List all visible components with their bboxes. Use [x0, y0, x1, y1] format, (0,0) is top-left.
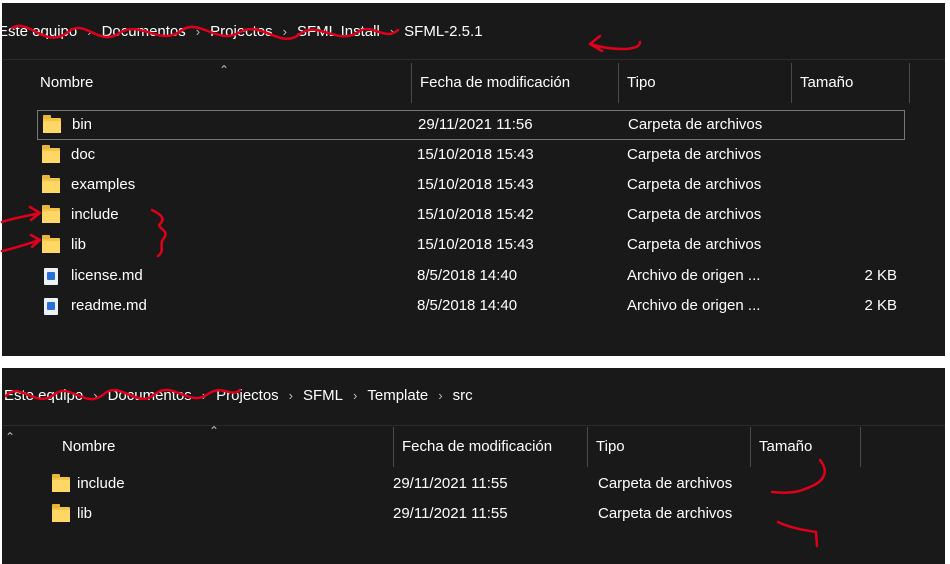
breadcrumb-projectos[interactable]: Projectos — [208, 23, 275, 40]
column-header-name[interactable]: Nombre — [54, 427, 394, 467]
breadcrumb-documentos[interactable]: Documentos — [106, 387, 194, 404]
row-size: 2 KB — [864, 297, 897, 314]
column-header-type[interactable]: Tipo — [588, 427, 751, 467]
row-name: lib — [77, 505, 93, 522]
chevron-right-icon[interactable]: › — [79, 24, 99, 39]
row-type: Carpeta de archivos — [627, 236, 762, 253]
chevron-right-icon[interactable]: › — [382, 24, 402, 39]
breadcrumb-template[interactable]: Template — [365, 387, 430, 404]
breadcrumb: Este equipo › Documentos › Projectos › S… — [2, 387, 475, 404]
row-type: Archivo de origen ... — [627, 297, 761, 314]
file-row-include[interactable]: include 29/11/2021 11:55 Carpeta de arch… — [37, 470, 837, 500]
column-header-name-label: Nombre — [62, 438, 116, 455]
row-type: Carpeta de archivos — [627, 146, 762, 163]
chevron-right-icon[interactable]: › — [281, 388, 301, 403]
row-type: Carpeta de archivos — [627, 206, 762, 223]
chevron-right-icon[interactable]: › — [85, 388, 105, 403]
row-type: Carpeta de archivos — [598, 475, 733, 492]
row-date: 15/10/2018 15:42 — [417, 206, 534, 223]
folder-icon — [43, 115, 61, 133]
row-type: Carpeta de archivos — [598, 505, 733, 522]
file-row-license-md[interactable]: license.md 8/5/2018 14:40 Archivo de ori… — [37, 262, 905, 292]
file-row-readme-md[interactable]: readme.md 8/5/2018 14:40 Archivo de orig… — [37, 292, 905, 322]
column-header-date[interactable]: Fecha de modificación — [412, 63, 619, 103]
row-name: license.md — [71, 267, 143, 284]
breadcrumb-este-equipo[interactable]: Este equipo — [2, 23, 79, 40]
row-name: include — [71, 206, 119, 223]
breadcrumb-projectos[interactable]: Projectos — [214, 387, 281, 404]
chevron-right-icon[interactable]: › — [345, 388, 365, 403]
address-bar[interactable]: Este equipo › Documentos › Projectos › S… — [2, 3, 945, 60]
file-row-examples[interactable]: examples 15/10/2018 15:43 Carpeta de arc… — [37, 171, 905, 201]
row-size — [828, 111, 898, 139]
markdown-file-icon — [44, 268, 58, 285]
chevron-right-icon[interactable]: › — [188, 24, 208, 39]
markdown-file-icon — [44, 298, 58, 315]
row-type: Carpeta de archivos — [628, 116, 763, 133]
column-header-size[interactable]: Tamaño — [751, 427, 861, 467]
row-date: 15/10/2018 15:43 — [417, 176, 534, 193]
explorer-window-template-src: Este equipo › Documentos › Projectos › S… — [2, 368, 945, 564]
column-header-name[interactable]: Nombre — [32, 63, 412, 103]
row-date: 8/5/2018 14:40 — [417, 297, 518, 314]
column-header-date-label: Fecha de modificación — [420, 74, 571, 91]
folder-icon — [42, 235, 60, 253]
row-date: 29/11/2021 11:56 — [418, 116, 533, 133]
folder-icon — [52, 474, 70, 492]
row-name: include — [77, 475, 125, 492]
column-header-type-label: Tipo — [627, 74, 656, 91]
row-date: 15/10/2018 15:43 — [417, 146, 534, 163]
column-header-size-label: Tamaño — [800, 74, 854, 91]
breadcrumb-sfml-install[interactable]: SFML Install — [295, 23, 382, 40]
row-name: doc — [71, 146, 96, 163]
row-size: 2 KB — [864, 267, 897, 284]
row-size — [827, 141, 897, 169]
file-row-lib[interactable]: lib 29/11/2021 11:55 Carpeta de archivos — [37, 500, 837, 530]
file-row-doc[interactable]: doc 15/10/2018 15:43 Carpeta de archivos — [37, 141, 905, 171]
row-size — [827, 171, 897, 199]
file-row-include[interactable]: include 15/10/2018 15:42 Carpeta de arch… — [37, 201, 905, 231]
breadcrumb-sfml[interactable]: SFML — [301, 387, 345, 404]
breadcrumb-documentos[interactable]: Documentos — [100, 23, 188, 40]
chevron-right-icon[interactable]: › — [275, 24, 295, 39]
file-row-lib[interactable]: lib 15/10/2018 15:43 Carpeta de archivos — [37, 231, 905, 261]
row-date: 29/11/2021 11:55 — [393, 475, 508, 492]
column-header-size-label: Tamaño — [759, 438, 813, 455]
column-header-name-label: Nombre — [40, 74, 94, 91]
address-bar[interactable]: Este equipo › Documentos › Projectos › S… — [2, 368, 945, 426]
folder-icon — [42, 205, 60, 223]
column-header: Nombre Fecha de modificación Tipo Tamaño — [2, 63, 945, 103]
row-size — [827, 201, 897, 229]
row-name: lib — [71, 236, 87, 253]
row-date: 8/5/2018 14:40 — [417, 267, 518, 284]
breadcrumb: Este equipo › Documentos › Projectos › S… — [2, 23, 485, 40]
file-row-bin[interactable]: bin 29/11/2021 11:56 Carpeta de archivos — [37, 110, 905, 140]
folder-icon — [52, 504, 70, 522]
folder-icon — [42, 145, 60, 163]
explorer-window-sfml-install: Este equipo › Documentos › Projectos › S… — [2, 3, 945, 356]
folder-icon — [42, 175, 60, 193]
row-type: Archivo de origen ... — [627, 267, 761, 284]
breadcrumb-este-equipo[interactable]: Este equipo — [2, 387, 85, 404]
column-header-type[interactable]: Tipo — [619, 63, 792, 103]
row-date: 29/11/2021 11:55 — [393, 505, 508, 522]
chevron-right-icon[interactable]: › — [430, 388, 450, 403]
row-type: Carpeta de archivos — [627, 176, 762, 193]
column-header: Nombre Fecha de modificación Tipo Tamaño — [2, 427, 945, 467]
column-header-date-label: Fecha de modificación — [402, 438, 553, 455]
row-size — [827, 231, 897, 259]
row-name: readme.md — [71, 297, 147, 314]
breadcrumb-src[interactable]: src — [451, 387, 475, 404]
column-header-date[interactable]: Fecha de modificación — [394, 427, 588, 467]
chevron-right-icon[interactable]: › — [194, 388, 214, 403]
column-header-type-label: Tipo — [596, 438, 625, 455]
row-date: 15/10/2018 15:43 — [417, 236, 534, 253]
row-name: examples — [71, 176, 136, 193]
row-name: bin — [72, 116, 93, 133]
column-header-size[interactable]: Tamaño — [792, 63, 910, 103]
breadcrumb-sfml-2-5-1[interactable]: SFML-2.5.1 — [402, 23, 484, 40]
